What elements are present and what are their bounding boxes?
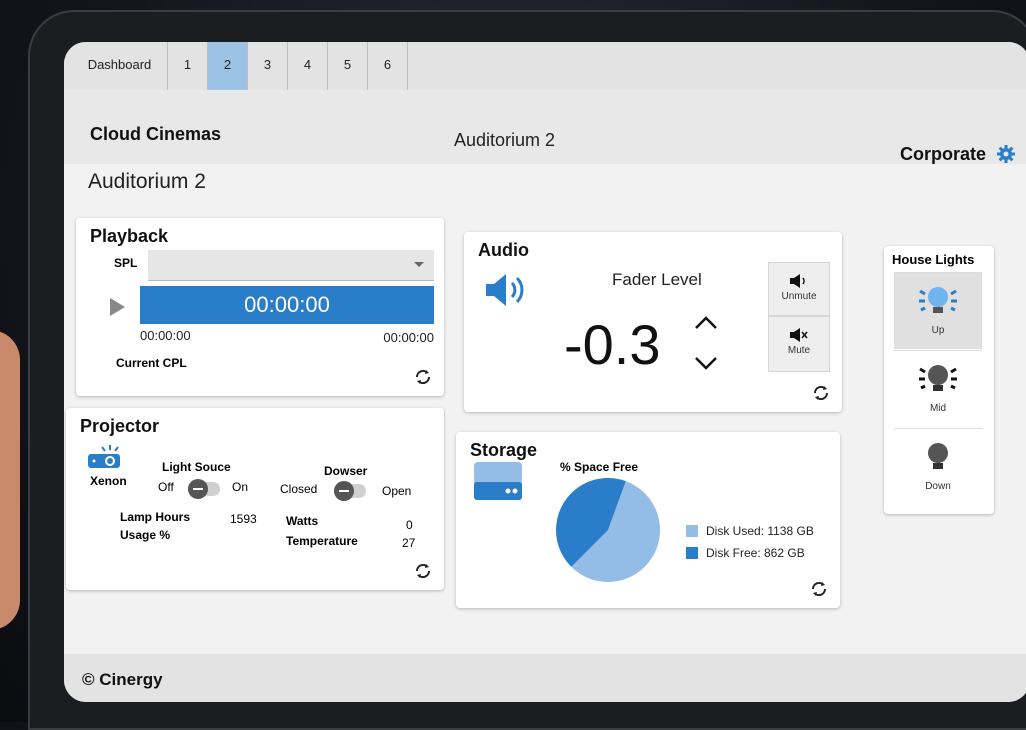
elapsed-time: 00:00:00 <box>140 328 191 343</box>
dowser-open-label: Open <box>382 484 412 498</box>
bulb-mid-icon <box>919 365 957 391</box>
account-name[interactable]: Corporate <box>900 144 986 165</box>
dowser-closed-label: Closed <box>280 482 318 496</box>
mute-button[interactable]: Mute <box>768 316 830 372</box>
tab-6[interactable]: 6 <box>368 42 408 90</box>
brand-name: Cloud Cinemas <box>90 124 222 144</box>
speaker-icon <box>486 274 524 306</box>
speaker-icon <box>790 274 805 288</box>
dowser-toggle[interactable] <box>334 481 366 501</box>
lamp-hours-label: Lamp Hours <box>120 510 191 524</box>
playback-progress[interactable]: 00:00:00 <box>140 286 434 324</box>
projector-title: Projector <box>80 416 160 436</box>
temperature-label: Temperature <box>286 534 358 548</box>
footer: © Cinergy <box>64 654 1026 702</box>
fader-label: Fader Level <box>612 270 702 289</box>
lamp-hours-value: 1593 <box>230 512 257 526</box>
tab-2[interactable]: 2 <box>208 42 248 90</box>
lights-mid-button[interactable]: Mid <box>894 350 982 427</box>
chevron-down-icon[interactable] <box>694 356 718 370</box>
projector-icon <box>88 445 120 468</box>
current-cpl-label: Current CPL <box>116 356 187 370</box>
chevron-down-icon <box>414 262 424 267</box>
refresh-icon[interactable] <box>414 562 432 580</box>
chevron-up-icon[interactable] <box>694 316 718 330</box>
gear-icon[interactable] <box>996 144 1016 164</box>
app-screen: Dashboard 1 2 3 4 5 6 Cloud Cinemas Audi… <box>64 42 1026 702</box>
left-hand <box>0 330 20 630</box>
tab-5[interactable]: 5 <box>328 42 368 90</box>
house-lights-card: House Lights Up Mid Down <box>884 246 994 514</box>
space-free-label: % Space Free <box>560 460 639 474</box>
bulb-bright-icon <box>919 287 957 313</box>
storage-card: Storage % Space Free Disk Used: 1138 GB … <box>456 432 840 608</box>
mute-label: Mute <box>787 345 811 356</box>
toggle-knob <box>334 481 354 501</box>
toggle-knob <box>188 479 208 499</box>
page-title: Auditorium 2 <box>88 170 206 193</box>
watts-label: Watts <box>286 514 319 528</box>
house-lights-title: House Lights <box>892 252 975 267</box>
unmute-button[interactable]: Unmute <box>768 262 830 316</box>
legend-disk-used: Disk Used: 1138 GB <box>686 524 814 538</box>
mute-icon <box>790 328 808 342</box>
playback-title: Playback <box>90 226 169 246</box>
audio-title: Audio <box>478 240 529 260</box>
legend-swatch-used <box>686 525 698 537</box>
bulb-off-icon <box>928 443 948 469</box>
audio-card: Audio Fader Level -0.3 Unmute Mute <box>464 232 842 412</box>
tab-bar: Dashboard 1 2 3 4 5 6 <box>64 42 1026 91</box>
temperature-value: 27 <box>402 536 416 550</box>
app-header: Cloud Cinemas Auditorium 2 Corporate <box>64 90 1026 164</box>
tab-3[interactable]: 3 <box>248 42 288 90</box>
projector-card: Projector Xenon Light Souce Off On Dowse… <box>66 408 444 590</box>
tablet-frame: Dashboard 1 2 3 4 5 6 Cloud Cinemas Audi… <box>28 10 1026 730</box>
hard-drive-icon <box>474 462 522 500</box>
legend-free-label: Disk Free: 862 GB <box>706 546 805 560</box>
legend-used-label: Disk Used: 1138 GB <box>706 524 814 538</box>
header-title: Auditorium 2 <box>454 130 556 150</box>
fader-value: -0.3 <box>564 313 661 376</box>
tab-4[interactable]: 4 <box>288 42 328 90</box>
usage-label: Usage % <box>120 528 171 542</box>
watts-value: 0 <box>406 518 413 532</box>
unmute-label: Unmute <box>781 291 817 302</box>
remaining-time: 00:00:00 <box>383 330 434 345</box>
play-icon[interactable] <box>110 298 125 316</box>
light-source-toggle[interactable] <box>188 479 220 499</box>
light-on-label: On <box>232 480 249 494</box>
refresh-icon[interactable] <box>414 368 432 386</box>
lights-up-label: Up <box>931 325 945 336</box>
copyright: © Cinergy <box>82 670 163 689</box>
tab-1[interactable]: 1 <box>168 42 208 90</box>
storage-title: Storage <box>470 440 538 460</box>
storage-pie-chart <box>556 478 660 582</box>
spl-select[interactable] <box>148 250 434 281</box>
spl-label: SPL <box>114 256 138 270</box>
lights-mid-label: Mid <box>929 403 947 414</box>
playback-card: Playback SPL 00:00:00 00:00:00 00:00:00 … <box>76 218 444 396</box>
refresh-icon[interactable] <box>810 580 828 598</box>
lamp-type: Xenon <box>90 474 127 488</box>
lights-down-label: Down <box>925 481 951 492</box>
lights-down-button[interactable]: Down <box>894 428 982 505</box>
legend-disk-free: Disk Free: 862 GB <box>686 546 805 560</box>
light-off-label: Off <box>158 480 174 494</box>
lights-up-button[interactable]: Up <box>894 272 982 349</box>
legend-swatch-free <box>686 547 698 559</box>
dowser-label: Dowser <box>324 464 368 478</box>
refresh-icon[interactable] <box>812 384 830 402</box>
light-source-label: Light Souce <box>162 460 231 474</box>
tab-dashboard[interactable]: Dashboard <box>64 42 168 90</box>
